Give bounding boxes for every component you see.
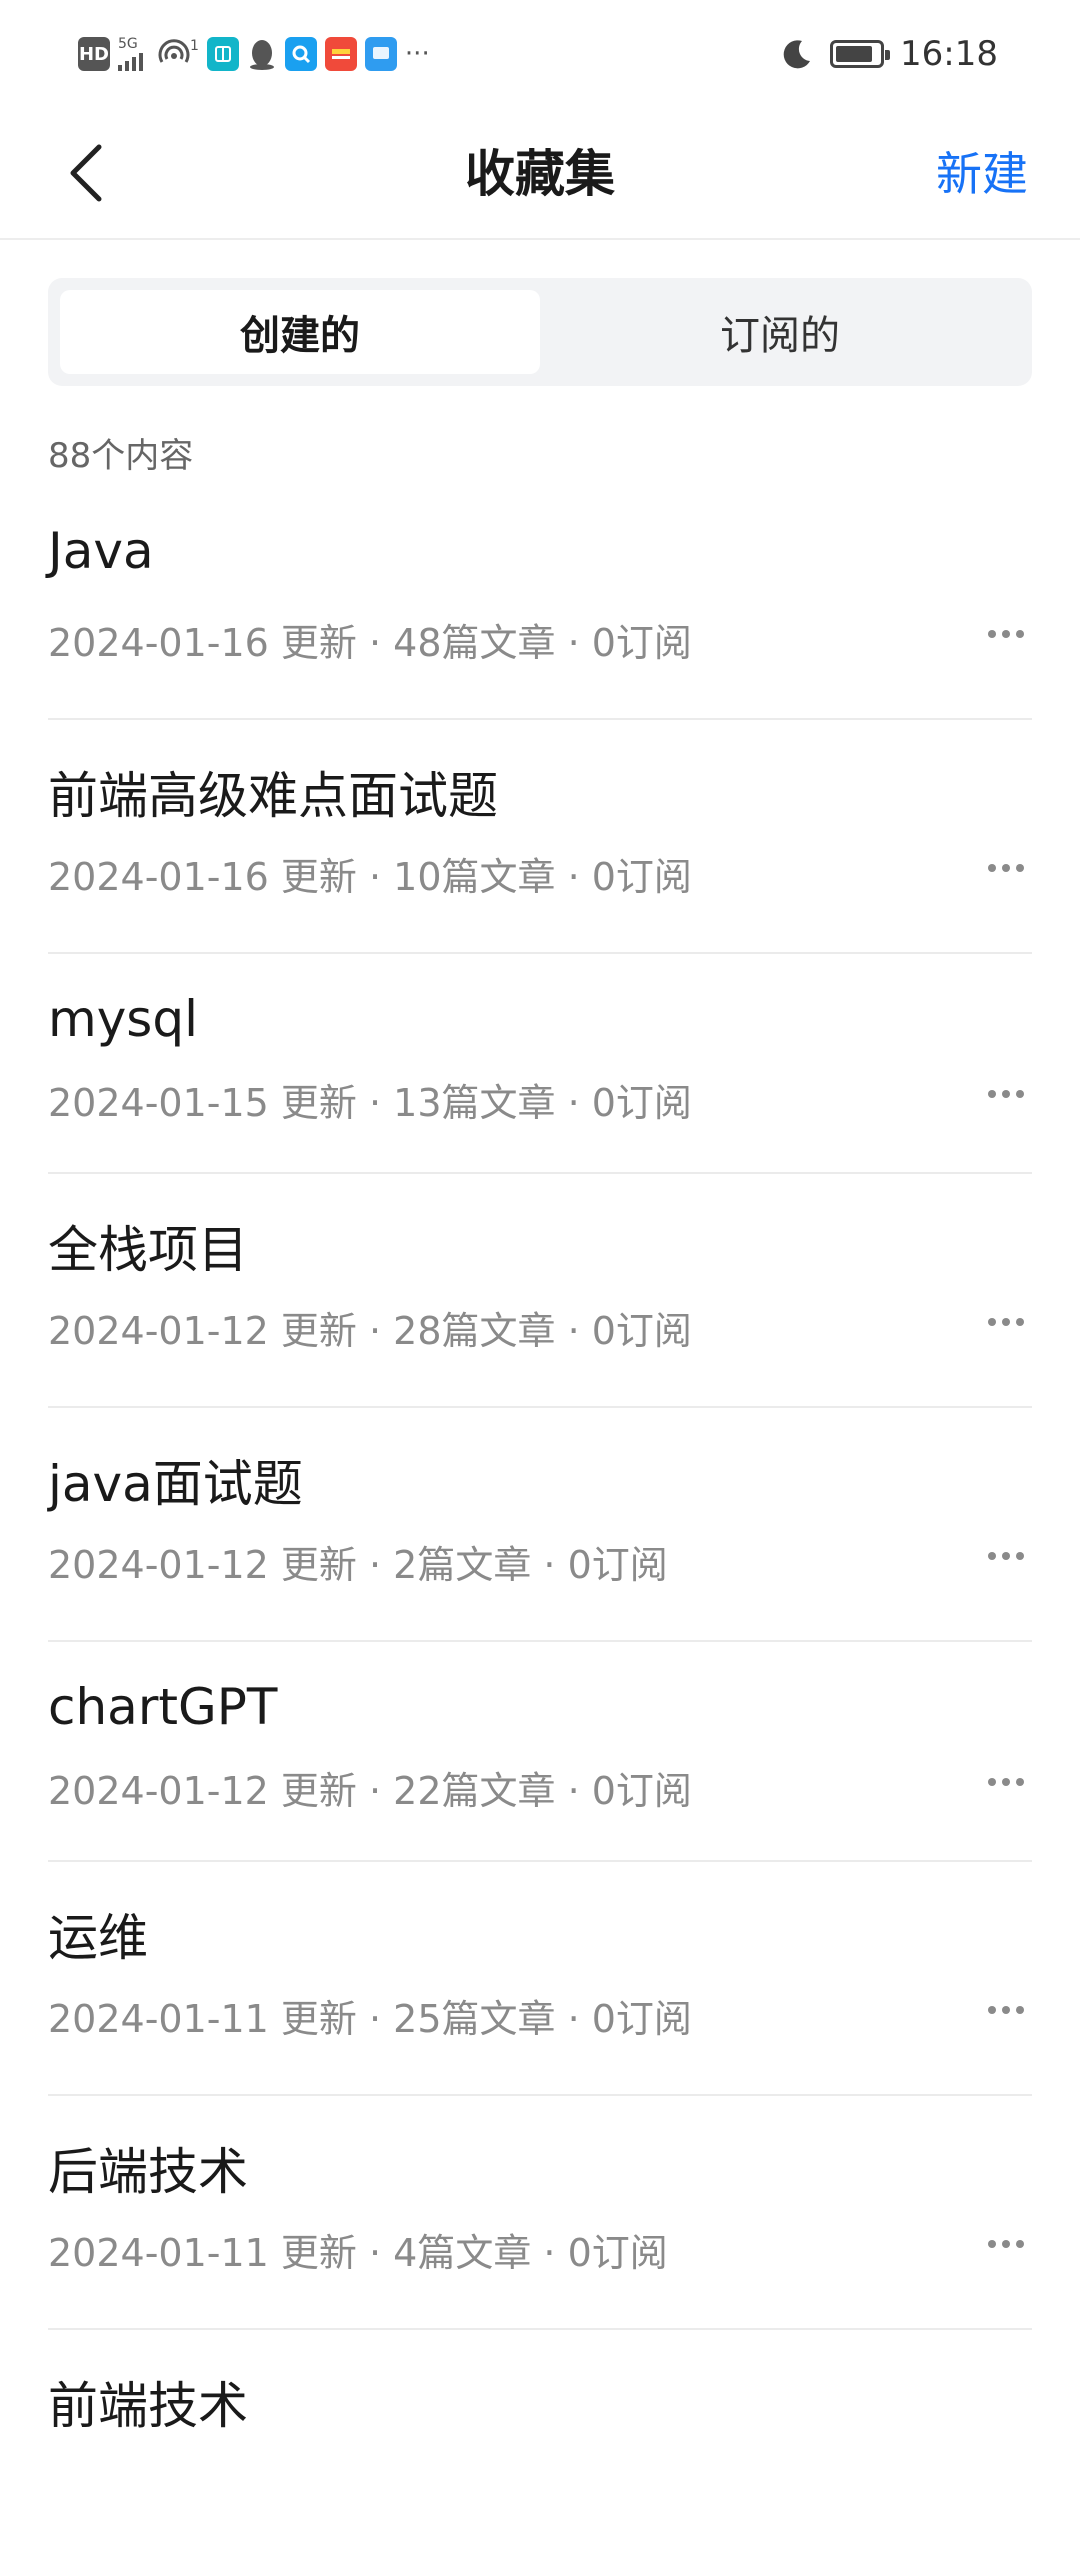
more-notifications: ···	[404, 39, 430, 69]
new-collection-button[interactable]: 新建	[936, 138, 1028, 204]
list-item[interactable]: chartGPT 2024-01-12 更新 · 22篇文章 · 0订阅	[48, 1642, 1032, 1862]
more-options-icon[interactable]	[980, 1530, 1032, 1582]
item-title: chartGPT	[48, 1678, 278, 1736]
item-meta: 2024-01-16 更新 · 48篇文章 · 0订阅	[48, 621, 692, 665]
message-app-icon	[364, 37, 397, 71]
collection-list: Java 2024-01-16 更新 · 48篇文章 · 0订阅 前端高级难点面…	[48, 486, 1032, 2564]
moon-icon	[783, 40, 811, 69]
item-title: java面试题	[48, 1455, 303, 1513]
item-meta: 2024-01-16 更新 · 10篇文章 · 0订阅	[48, 855, 692, 899]
news-app-icon	[324, 37, 357, 71]
list-item[interactable]: 前端技术	[48, 2330, 1032, 2564]
hotspot-icon	[158, 39, 190, 63]
search-app-icon	[284, 37, 317, 71]
item-title: mysql	[48, 990, 198, 1048]
list-item[interactable]: 前端高级难点面试题 2024-01-16 更新 · 10篇文章 · 0订阅	[48, 720, 1032, 954]
list-item[interactable]: 运维 2024-01-11 更新 · 25篇文章 · 0订阅	[48, 1862, 1032, 2096]
more-options-icon[interactable]	[980, 1756, 1032, 1808]
item-title: 后端技术	[48, 2143, 248, 2201]
signal-type: 5G	[118, 36, 138, 52]
more-options-icon[interactable]	[980, 608, 1032, 660]
signal-bars-icon	[118, 53, 143, 71]
qq-icon	[249, 40, 274, 70]
item-title: Java	[48, 522, 154, 580]
clock: 16:18	[900, 34, 998, 74]
tab-subscribed[interactable]: 订阅的	[540, 290, 1020, 374]
more-options-icon[interactable]	[980, 842, 1032, 894]
item-title: 全栈项目	[48, 1221, 248, 1279]
item-meta: 2024-01-11 更新 · 4篇文章 · 0订阅	[48, 2231, 668, 2275]
more-options-icon[interactable]	[980, 1984, 1032, 2036]
item-title: 前端高级难点面试题	[48, 767, 498, 825]
item-meta: 2024-01-12 更新 · 22篇文章 · 0订阅	[48, 1769, 692, 1813]
book-app-icon	[206, 37, 239, 71]
item-meta: 2024-01-15 更新 · 13篇文章 · 0订阅	[48, 1081, 692, 1125]
tab-created[interactable]: 创建的	[60, 290, 540, 374]
status-right: 16:18	[780, 30, 998, 78]
segment-tabs: 创建的 订阅的	[48, 278, 1032, 386]
item-meta: 2024-01-12 更新 · 28篇文章 · 0订阅	[48, 1309, 692, 1353]
item-meta: 2024-01-12 更新 · 2篇文章 · 0订阅	[48, 1543, 668, 1587]
more-options-icon[interactable]	[980, 1068, 1032, 1120]
list-item[interactable]: mysql 2024-01-15 更新 · 13篇文章 · 0订阅	[48, 954, 1032, 1174]
list-item[interactable]: Java 2024-01-16 更新 · 48篇文章 · 0订阅	[48, 486, 1032, 720]
hd-icon: HD	[78, 37, 110, 71]
content-count: 88个内容	[48, 436, 194, 476]
signal-icon: 5G	[118, 37, 148, 71]
status-bar: HD 5G 1 ··· 16:18	[0, 0, 1080, 108]
list-item[interactable]: 后端技术 2024-01-11 更新 · 4篇文章 · 0订阅	[48, 2096, 1032, 2330]
battery-icon	[830, 40, 891, 68]
nav-header: 收藏集 新建	[0, 108, 1080, 240]
item-title: 运维	[48, 1909, 148, 1967]
list-item[interactable]: 全栈项目 2024-01-12 更新 · 28篇文章 · 0订阅	[48, 1174, 1032, 1408]
item-meta: 2024-01-11 更新 · 25篇文章 · 0订阅	[48, 1997, 692, 2041]
more-options-icon[interactable]	[980, 1296, 1032, 1348]
battery-fill	[836, 46, 872, 62]
network-type: HD	[78, 43, 109, 65]
page-title: 收藏集	[465, 145, 615, 203]
status-icons: HD 5G 1 ···	[78, 32, 430, 76]
hotspot-count: 1	[190, 38, 199, 54]
list-item[interactable]: java面试题 2024-01-12 更新 · 2篇文章 · 0订阅	[48, 1408, 1032, 1642]
more-options-icon[interactable]	[980, 2218, 1032, 2270]
item-title: 前端技术	[48, 2377, 248, 2435]
